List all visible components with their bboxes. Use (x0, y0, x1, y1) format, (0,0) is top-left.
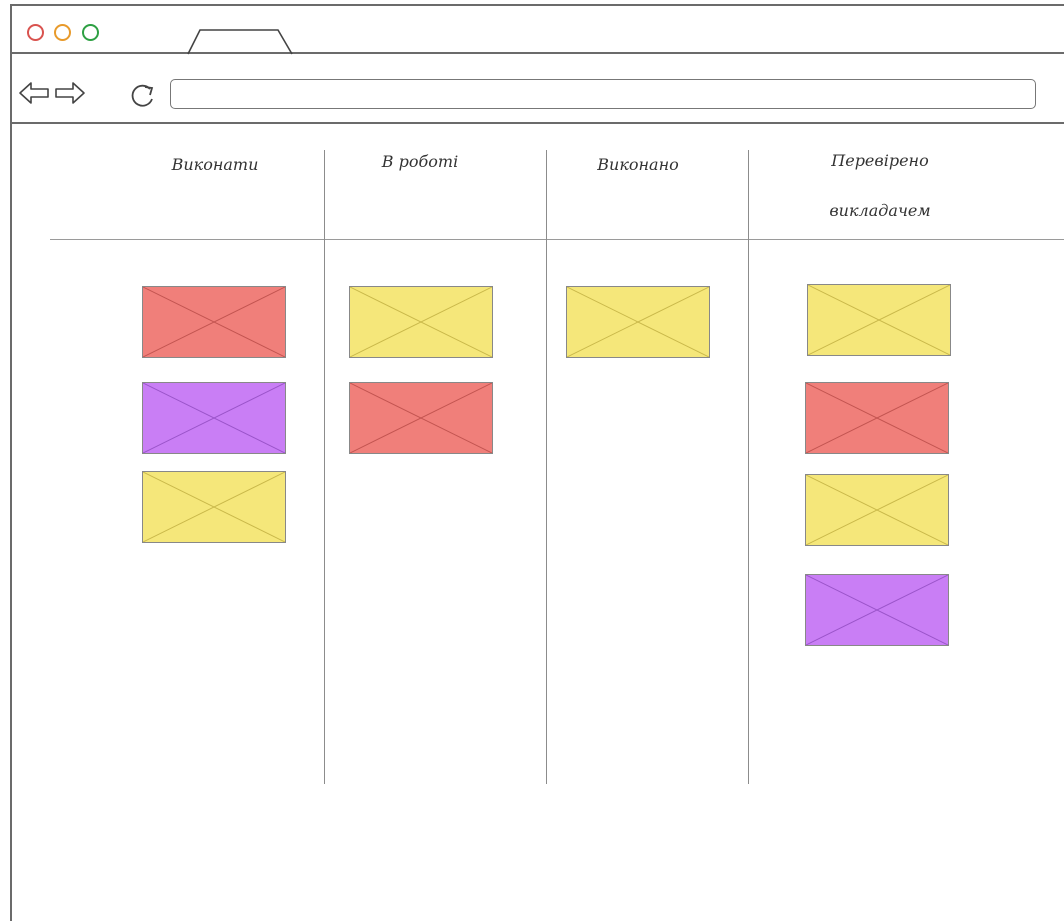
task-card[interactable] (807, 284, 951, 356)
column-header-todo: Виконати (171, 155, 259, 174)
column-divider (748, 150, 749, 784)
placeholder-cross-icon (806, 383, 948, 453)
close-window-dot[interactable] (27, 24, 44, 41)
placeholder-cross-icon (350, 383, 492, 453)
title-bar (10, 4, 1064, 56)
placeholder-cross-icon (143, 383, 285, 453)
placeholder-cross-icon (806, 575, 948, 645)
browser-window (10, 4, 1064, 921)
header-divider (50, 239, 1064, 240)
column-header-in-progress: В роботі (381, 152, 459, 171)
column-divider (546, 150, 547, 784)
placeholder-cross-icon (567, 287, 709, 357)
column-header-done: Виконано (597, 155, 679, 174)
column-header-checked-line1: Перевірено (831, 151, 929, 170)
reload-icon[interactable] (128, 81, 158, 109)
task-card[interactable] (805, 474, 949, 546)
task-card[interactable] (142, 286, 286, 358)
placeholder-cross-icon (143, 472, 285, 542)
arrow-right-icon[interactable] (54, 80, 86, 106)
browser-tab[interactable] (186, 28, 296, 56)
placeholder-cross-icon (350, 287, 492, 357)
placeholder-cross-icon (808, 285, 950, 355)
maximize-window-dot[interactable] (82, 24, 99, 41)
column-divider (324, 150, 325, 784)
task-card[interactable] (805, 574, 949, 646)
placeholder-cross-icon (143, 287, 285, 357)
minimize-window-dot[interactable] (54, 24, 71, 41)
arrow-left-icon[interactable] (18, 80, 50, 106)
task-card[interactable] (142, 471, 286, 543)
task-card[interactable] (142, 382, 286, 454)
task-card[interactable] (566, 286, 710, 358)
task-card[interactable] (349, 382, 493, 454)
navigation-bar (10, 54, 1064, 124)
task-card[interactable] (805, 382, 949, 454)
address-bar-input[interactable] (170, 79, 1036, 109)
task-card[interactable] (349, 286, 493, 358)
column-header-checked-line2: викладачем (829, 201, 931, 220)
placeholder-cross-icon (806, 475, 948, 545)
